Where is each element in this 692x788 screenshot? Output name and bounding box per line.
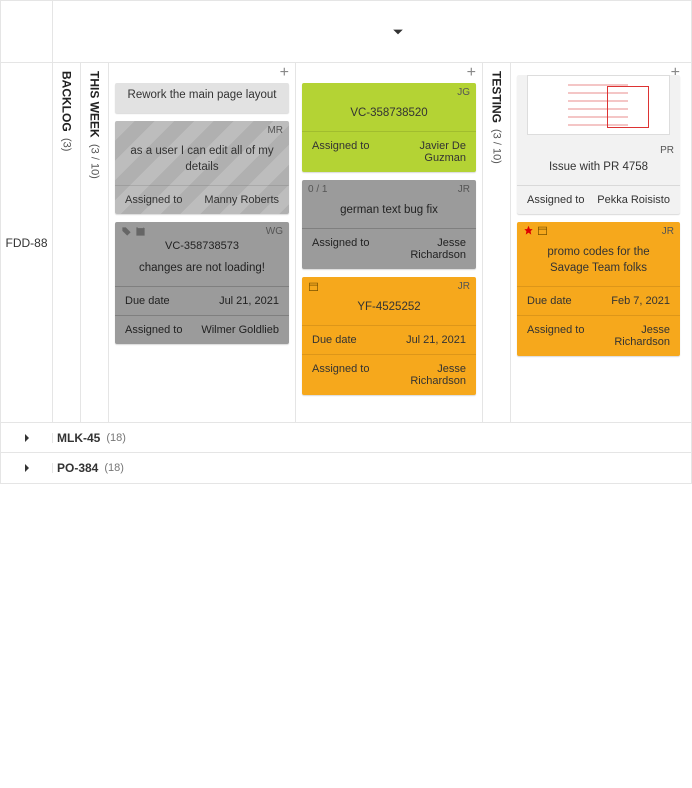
assigned-label: Assigned to	[527, 194, 584, 206]
column-doing: + JG VC-358738520 Assigned to Javier De …	[296, 63, 483, 422]
due-value: Feb 7, 2021	[611, 295, 670, 307]
calendar-icon	[135, 226, 146, 237]
card-user-edit-details[interactable]: MR as a user I can edit all of my detail…	[115, 121, 289, 214]
card-vc-358738520[interactable]: JG VC-358738520 Assigned to Javier De Gu…	[302, 83, 476, 172]
due-label: Due date	[312, 334, 357, 346]
assigned-label: Assigned to	[312, 237, 369, 249]
card-title: changes are not loading!	[115, 260, 289, 286]
assigned-label: Assigned to	[125, 324, 182, 336]
due-value: Jul 21, 2021	[406, 334, 466, 346]
collapsed-col-label: THIS WEEK	[88, 71, 102, 138]
collapsed-col-backlog[interactable]: BACKLOG (3)	[53, 63, 81, 422]
swimlane-label: PO-384	[57, 461, 98, 475]
card-title: promo codes for the Savage Team folks	[517, 240, 680, 286]
collapsed-col-thisweek[interactable]: THIS WEEK (3 / 10)	[81, 63, 109, 422]
assigned-value: Manny Roberts	[204, 194, 279, 206]
assigned-value: Jesse Richardson	[591, 324, 670, 348]
collapsed-col-label: BACKLOG	[60, 71, 74, 132]
column-header-row: TODAY 6 / 5 DOING 5 / 5 CHANGES REQUESTE…	[1, 1, 691, 63]
card-promo-codes[interactable]: JR promo codes for the Savage Team folks…	[517, 222, 680, 356]
card-title: Rework the main page layout	[115, 83, 289, 113]
card-vc-358738573[interactable]: WG VC-358738573 changes are not loading!…	[115, 222, 289, 344]
swimlane-row-po384[interactable]: PO-384 (18)	[1, 453, 691, 483]
collapsed-col-count: (3 / 10)	[491, 129, 503, 164]
assignee-initials: JR	[458, 184, 470, 195]
assigned-value: Javier De Guzman	[381, 140, 466, 164]
column-changes: + PR Issue with PR 4758 Assigned to Pekk…	[511, 63, 686, 422]
assigned-value: Wilmer Goldlieb	[201, 324, 279, 336]
swimlane-row-fdd88: FDD-88 BACKLOG (3) THIS WEEK (3 / 10) + …	[1, 63, 691, 423]
assigned-value: Jesse Richardson	[381, 237, 466, 261]
due-label: Due date	[527, 295, 572, 307]
tag-icon	[121, 226, 132, 237]
assignee-initials: JR	[458, 281, 470, 292]
card-rework-layout[interactable]: Rework the main page layout	[115, 83, 289, 113]
assigned-label: Assigned to	[527, 324, 584, 336]
assigned-label: Assigned to	[312, 363, 369, 375]
due-value: Jul 21, 2021	[219, 295, 279, 307]
expand-swimlane-button[interactable]	[1, 463, 53, 473]
expand-swimlane-button[interactable]	[1, 433, 53, 443]
swimlane-header-spacer	[1, 1, 53, 62]
collapse-backlog-toggle[interactable]	[53, 1, 692, 62]
card-title: as a user I can edit all of my details	[115, 139, 289, 185]
add-card-button[interactable]: +	[467, 65, 476, 81]
swimlane-row-mlk45[interactable]: MLK-45 (18)	[1, 423, 691, 453]
swimlane-count: (18)	[106, 432, 126, 444]
card-pr-4758[interactable]: PR Issue with PR 4758 Assigned to Pekka …	[517, 75, 680, 214]
card-progress: 0 / 1	[308, 184, 327, 195]
card-code: YF-4525252	[302, 295, 476, 325]
calendar-icon	[308, 281, 319, 292]
assigned-value: Jesse Richardson	[381, 363, 466, 387]
assignee-initials: PR	[660, 145, 674, 156]
assignee-initials: JR	[662, 226, 674, 237]
assignee-initials: JG	[457, 87, 470, 98]
card-title: Issue with PR 4758	[517, 159, 680, 185]
kanban-board: TODAY 6 / 5 DOING 5 / 5 CHANGES REQUESTE…	[0, 0, 692, 484]
card-thumbnail	[527, 75, 670, 135]
collapsed-col-count: (3 / 10)	[89, 144, 101, 179]
assigned-value: Pekka Roisisto	[597, 194, 670, 206]
due-label: Due date	[125, 295, 170, 307]
collapsed-col-testing[interactable]: TESTING (3 / 10)	[483, 63, 511, 422]
pin-icon	[523, 225, 534, 236]
card-yf-4525252[interactable]: JR YF-4525252 Due date Jul 21, 2021 Assi…	[302, 277, 476, 395]
card-code: VC-358738520	[302, 101, 476, 131]
assignee-initials: MR	[267, 125, 283, 136]
swimlane-count: (18)	[104, 462, 124, 474]
swimlane-label[interactable]: FDD-88	[1, 63, 53, 422]
collapsed-col-label: TESTING	[490, 71, 504, 123]
card-code: VC-358738573	[115, 240, 289, 260]
collapsed-col-count: (3)	[61, 138, 73, 151]
card-german-text-bug[interactable]: 0 / 1 JR german text bug fix Assigned to…	[302, 180, 476, 269]
calendar-icon	[537, 225, 548, 236]
column-today: + Rework the main page layout MR as a us…	[109, 63, 296, 422]
assigned-label: Assigned to	[312, 140, 369, 152]
card-title: german text bug fix	[302, 198, 476, 228]
add-card-button[interactable]: +	[280, 65, 289, 81]
assignee-initials: WG	[266, 226, 283, 237]
swimlane-label: MLK-45	[57, 431, 100, 445]
assigned-label: Assigned to	[125, 194, 182, 206]
